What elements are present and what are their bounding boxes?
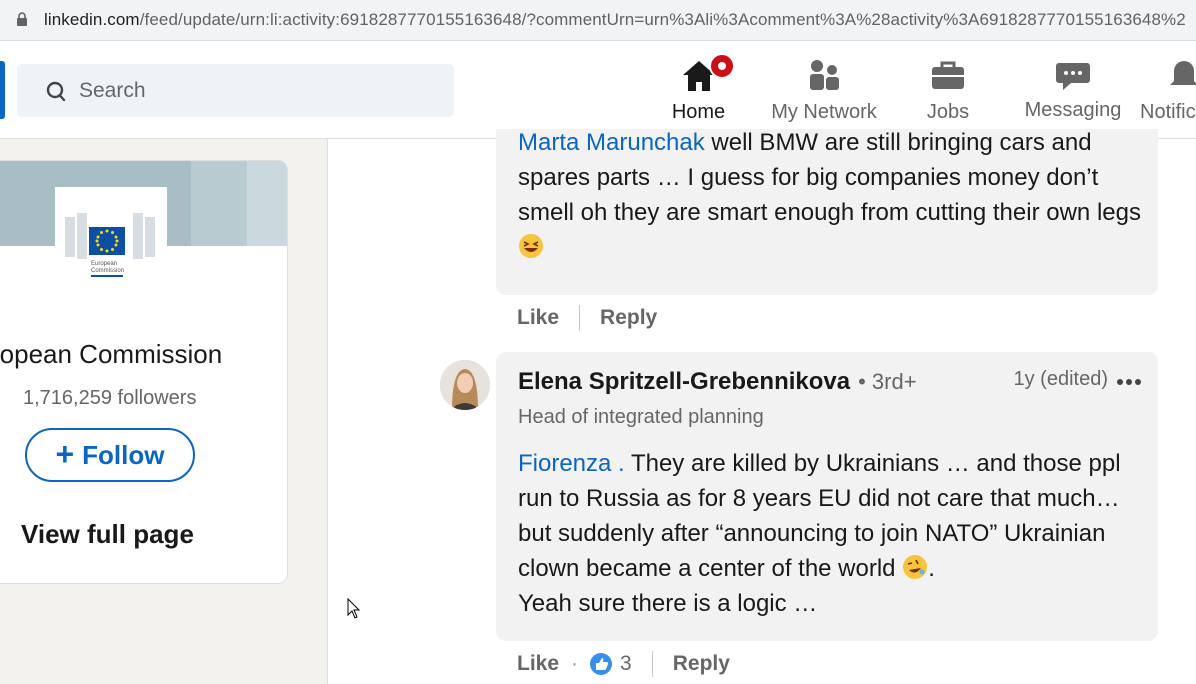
browser-address-bar[interactable]: linkedin.com/feed/update/urn:li:activity…: [0, 0, 1196, 41]
organization-name[interactable]: ropean Commission: [0, 339, 287, 370]
author-headline: Head of integrated planning: [518, 406, 764, 428]
comment-author[interactable]: Elena Spritzell-Grebennikova • 3rd+: [518, 368, 917, 396]
rolling-laughing-emoji-icon: [902, 554, 928, 580]
thumbs-up-icon[interactable]: [590, 653, 613, 675]
linkedin-logo[interactable]: [0, 61, 5, 119]
like-button[interactable]: Like: [517, 306, 559, 330]
mouse-cursor-icon: [347, 598, 361, 619]
comment-timestamp: 1y (edited): [1013, 368, 1109, 390]
briefcase-icon: [932, 61, 964, 89]
url-text[interactable]: linkedin.com/feed/update/urn:li:activity…: [44, 10, 1186, 30]
nav-messaging-label: Messaging: [1024, 99, 1122, 121]
laughing-emoji-icon: [518, 233, 544, 259]
organization-card: European Commission ropean Commission 1,…: [0, 160, 288, 584]
comment-bubble: Marta Marunchak well BMW are still bring…: [496, 129, 1158, 295]
messaging-icon: [1056, 63, 1090, 90]
url-path: /feed/update/urn:li:activity:69182877701…: [139, 10, 1186, 29]
follower-count: 1,716,259 followers: [23, 387, 197, 409]
lock-icon: [17, 12, 27, 26]
plus-icon: +: [55, 436, 75, 472]
like-button[interactable]: Like: [517, 652, 559, 676]
follow-button[interactable]: + Follow: [25, 428, 195, 482]
connection-degree: • 3rd+: [858, 369, 917, 394]
network-icon: [810, 60, 839, 90]
avatar[interactable]: [440, 360, 490, 410]
comment-actions: Like Reply: [517, 305, 657, 331]
nav-my-network-label: My Network: [771, 101, 877, 123]
comment-bubble: Elena Spritzell-Grebennikova • 3rd+ Head …: [496, 352, 1158, 641]
mention-link[interactable]: Fiorenza .: [518, 450, 625, 477]
svg-text:European: European: [91, 261, 117, 267]
more-options-icon[interactable]: [1116, 378, 1142, 386]
search-box[interactable]: [17, 64, 454, 117]
search-input[interactable]: [79, 64, 439, 117]
nav-home-label: Home: [671, 101, 726, 123]
follow-label: Follow: [82, 439, 165, 470]
comment-text: Fiorenza . They are killed by Ukrainians…: [518, 450, 1121, 617]
organization-logo[interactable]: European Commission: [55, 187, 167, 287]
comment-actions: Like · 3 Reply: [517, 651, 730, 677]
search-icon: [46, 81, 66, 102]
reaction-count[interactable]: 3: [620, 652, 632, 676]
comment-text: Marta Marunchak well BMW are still bring…: [518, 125, 1148, 265]
comments-section: Marta Marunchak well BMW are still bring…: [327, 129, 1196, 684]
reply-button[interactable]: Reply: [673, 652, 730, 676]
mention-link[interactable]: Marta Marunchak: [518, 129, 705, 156]
svg-text:Commission: Commission: [91, 268, 124, 274]
nav-jobs-label: Jobs: [926, 101, 970, 123]
nav-notifications-label: Notific: [1140, 101, 1196, 123]
notification-badge: [708, 53, 735, 79]
url-host: linkedin.com: [44, 10, 140, 29]
bell-icon: [1170, 61, 1196, 85]
view-full-page-link[interactable]: View full page: [21, 519, 194, 550]
reply-button[interactable]: Reply: [600, 306, 657, 330]
